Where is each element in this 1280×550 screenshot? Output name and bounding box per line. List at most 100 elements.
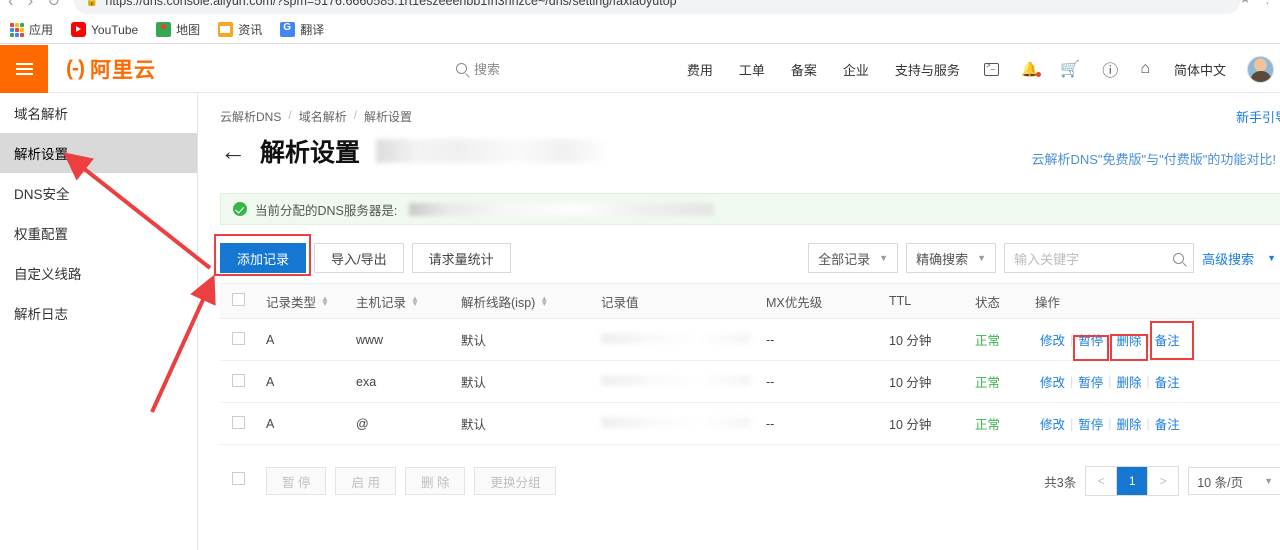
row-checkbox[interactable] [220,415,266,432]
column-resolution-line[interactable]: 解析线路(isp) ▲ ▼ [461,292,601,311]
lock-icon: 🔒 [85,0,99,7]
sidebar-item-domain-resolution[interactable]: 域名解析 [0,93,197,133]
column-mx-priority: MX优先级 [766,292,889,311]
newbie-guide-link[interactable]: 新手引导 [1236,107,1280,126]
breadcrumb-item-dns[interactable]: 云解析DNS [220,108,281,125]
dns-server-alert: 当前分配的DNS服务器是: [220,193,1280,225]
bulk-select-checkbox[interactable] [220,472,266,490]
cell-host-record: www [356,332,384,347]
nav-item-fee[interactable]: 费用 [674,60,726,79]
redacted-dns-servers [409,202,715,216]
record-scope-value: 全部记录 [818,251,871,267]
bookmark-maps[interactable]: 地图 [156,21,200,38]
page-number-1[interactable]: 1 [1116,467,1149,495]
nav-item-enterprise[interactable]: 企业 [830,60,882,79]
hamburger-icon[interactable] [0,44,48,93]
nav-item-ticket[interactable]: 工单 [726,60,778,79]
cell-status: 正常 [975,334,1001,348]
next-page-button[interactable]: > [1148,467,1179,495]
sidebar-item-custom-line[interactable]: 自定义线路 [0,253,197,293]
row-delete-link[interactable]: 删除 [1112,372,1147,391]
search-mode-value: 精确搜索 [916,251,969,267]
bookmark-translate[interactable]: 翻译 [280,21,324,38]
column-label: 记录类型 [266,295,317,310]
sort-icon[interactable]: ▲ ▼ [321,295,329,308]
row-pause-link[interactable]: 暂停 [1073,372,1108,391]
column-status: 状态 [975,292,1035,311]
add-record-button[interactable]: 添加记录 [220,243,307,273]
browser-reload-icon[interactable]: ↻ [47,0,60,10]
sidebar-item-label: 域名解析 [14,107,68,122]
app-top-nav: (-) 阿里云 搜索 费用 工单 备案 企业 支持与服务 🔔 🛒 ⓘ ⌂ 简体中… [0,44,1280,93]
sidebar-item-dns-security[interactable]: DNS安全 [0,173,197,213]
bookmark-news[interactable]: 资讯 [218,21,262,38]
import-export-button[interactable]: 导入/导出 [314,243,404,273]
browser-back-icon[interactable]: ‹ [8,0,14,11]
bulk-pause-button[interactable]: 暂 停 [266,467,327,495]
sidebar-item-label: 权重配置 [14,227,68,242]
row-checkbox[interactable] [220,373,266,390]
cell-operations: 修改 | 暂停 | 删除 | 备注 [1035,330,1280,349]
search-input[interactable]: 输入关键字 [1004,243,1195,273]
bulk-change-group-button[interactable]: 更换分组 [474,467,557,495]
column-record-type[interactable]: 记录类型 ▲ ▼ [266,292,356,311]
bulk-enable-button[interactable]: 启 用 [335,467,396,495]
row-pause-link[interactable]: 暂停 [1073,330,1108,349]
global-search[interactable]: 搜索 [455,59,500,78]
search-icon [1173,252,1185,264]
row-edit-link[interactable]: 修改 [1035,414,1070,433]
bulk-delete-button[interactable]: 删 除 [404,467,466,495]
nav-item-support[interactable]: 支持与服务 [882,60,973,79]
translate-icon [280,22,296,37]
bookmark-star-icon[interactable]: ★ [1239,0,1251,7]
bell-icon[interactable]: 🔔 [1010,61,1049,78]
column-host-record[interactable]: 主机记录 ▲ ▼ [356,292,461,311]
browser-forward-icon[interactable]: › [28,0,34,11]
home-icon[interactable]: ⌂ [1129,60,1161,78]
cell-record-type: A [266,374,275,389]
avatar[interactable] [1247,55,1274,83]
row-pause-link[interactable]: 暂停 [1073,414,1108,433]
back-arrow-icon[interactable]: ← [220,138,246,164]
page-title: 解析设置 [260,139,361,167]
cell-status: 正常 [975,376,1001,390]
row-checkbox[interactable] [220,331,266,348]
url-bar[interactable]: 🔒 https://dns.console.aliyun.com/?spm=51… [73,0,1240,14]
record-scope-select[interactable]: 全部记录 ▼ [808,243,899,273]
sort-icon[interactable]: ▲ ▼ [411,295,419,308]
breadcrumb-item-domain[interactable]: 域名解析 [299,108,347,125]
sidebar-item-resolution-log[interactable]: 解析日志 [0,293,197,333]
page-size-select[interactable]: 10 条/页 ▼ [1188,467,1280,495]
bookmark-label: 资讯 [238,23,263,37]
row-remark-link[interactable]: 备注 [1150,330,1185,349]
nav-item-icp[interactable]: 备案 [778,60,830,79]
version-compare-link[interactable]: 云解析DNS"免费版"与"付费版"的功能对比! [1031,149,1276,168]
advanced-search-toggle[interactable]: 高级搜索 ▼ [1202,249,1276,268]
terminal-icon[interactable] [973,61,1010,76]
sidebar-item-resolution-settings[interactable]: 解析设置 [0,133,197,173]
redacted-record-value [601,332,751,344]
advanced-search-label: 高级搜索 [1202,251,1255,267]
request-stats-button[interactable]: 请求量统计 [411,243,511,273]
row-edit-link[interactable]: 修改 [1035,330,1070,349]
chevron-down-icon: ▼ [879,253,889,263]
sort-icon[interactable]: ▲ ▼ [540,295,548,308]
select-all-checkbox[interactable] [220,293,266,309]
row-delete-link[interactable]: 删除 [1112,414,1147,433]
bookmark-apps[interactable]: 应用 [10,21,53,38]
search-mode-select[interactable]: 精确搜索 ▼ [906,243,997,273]
brand-logo-group[interactable]: (-) 阿里云 [66,54,156,84]
row-edit-link[interactable]: 修改 [1035,372,1070,391]
help-icon[interactable]: ⓘ [1091,57,1129,81]
cart-icon[interactable]: 🛒 [1049,59,1091,79]
bookmark-youtube[interactable]: YouTube [71,22,138,37]
column-record-value: 记录值 [601,292,766,311]
row-remark-link[interactable]: 备注 [1150,414,1185,433]
language-selector[interactable]: 简体中文 [1161,60,1239,79]
browser-menu-icon[interactable]: ⋮ [1261,0,1274,7]
row-delete-link[interactable]: 删除 [1112,330,1147,349]
prev-page-button[interactable]: < [1086,467,1117,495]
table-row: A @ 默认 -- 10 分钟 正常 修改 | 暂停 | 删除 | 备注 [220,403,1280,445]
row-remark-link[interactable]: 备注 [1150,372,1185,391]
sidebar-item-weight-config[interactable]: 权重配置 [0,213,197,253]
